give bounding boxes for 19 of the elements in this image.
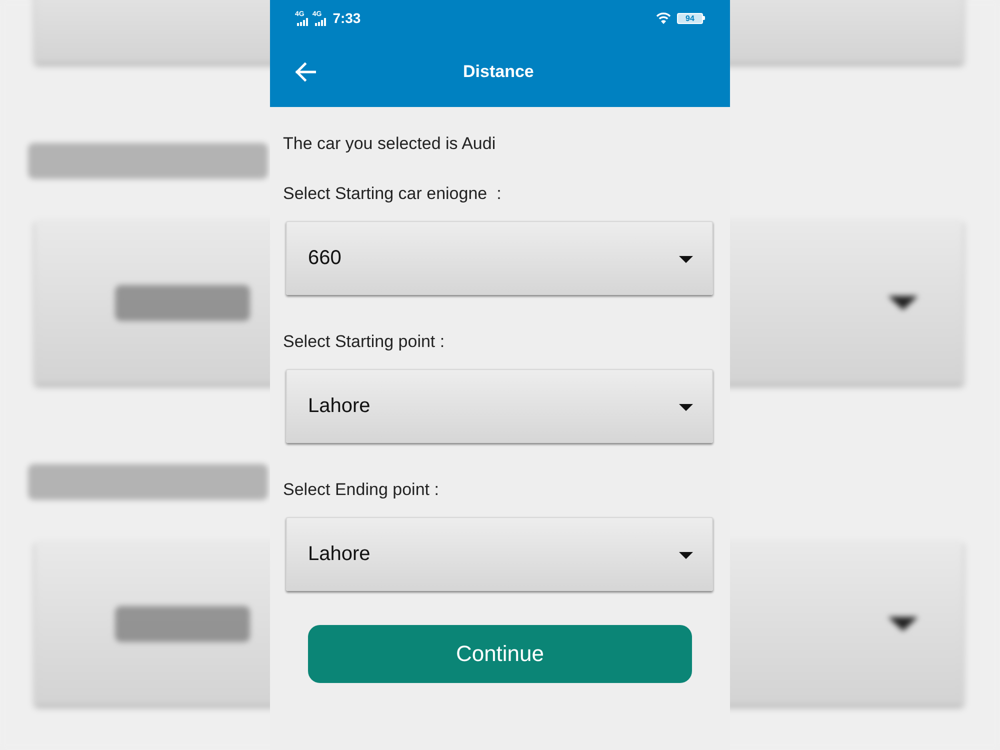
continue-button[interactable]: Continue (308, 625, 692, 683)
caret-icon (679, 256, 693, 262)
caret-icon (679, 552, 693, 558)
field-label: Select Starting car eniogne : (283, 184, 502, 204)
caret-icon (679, 404, 693, 410)
field-label: Select Starting point : (283, 332, 445, 352)
battery-indicator: 94 (677, 12, 705, 24)
selection-message: The car you selected is Audi (283, 134, 496, 154)
field-label: Select Ending point : (283, 480, 439, 500)
back-button[interactable] (294, 62, 316, 82)
status-time: 7:33 (332, 10, 361, 26)
dropdown[interactable]: Lahore (286, 517, 713, 591)
screen-title: Distance (463, 62, 534, 82)
back-arrow-icon (294, 62, 316, 82)
signal-icon (297, 18, 308, 26)
dropdown[interactable]: 660 (286, 221, 713, 295)
signal-icon (314, 18, 326, 26)
wifi-icon (656, 12, 671, 24)
dropdown[interactable]: Lahore (286, 369, 713, 443)
